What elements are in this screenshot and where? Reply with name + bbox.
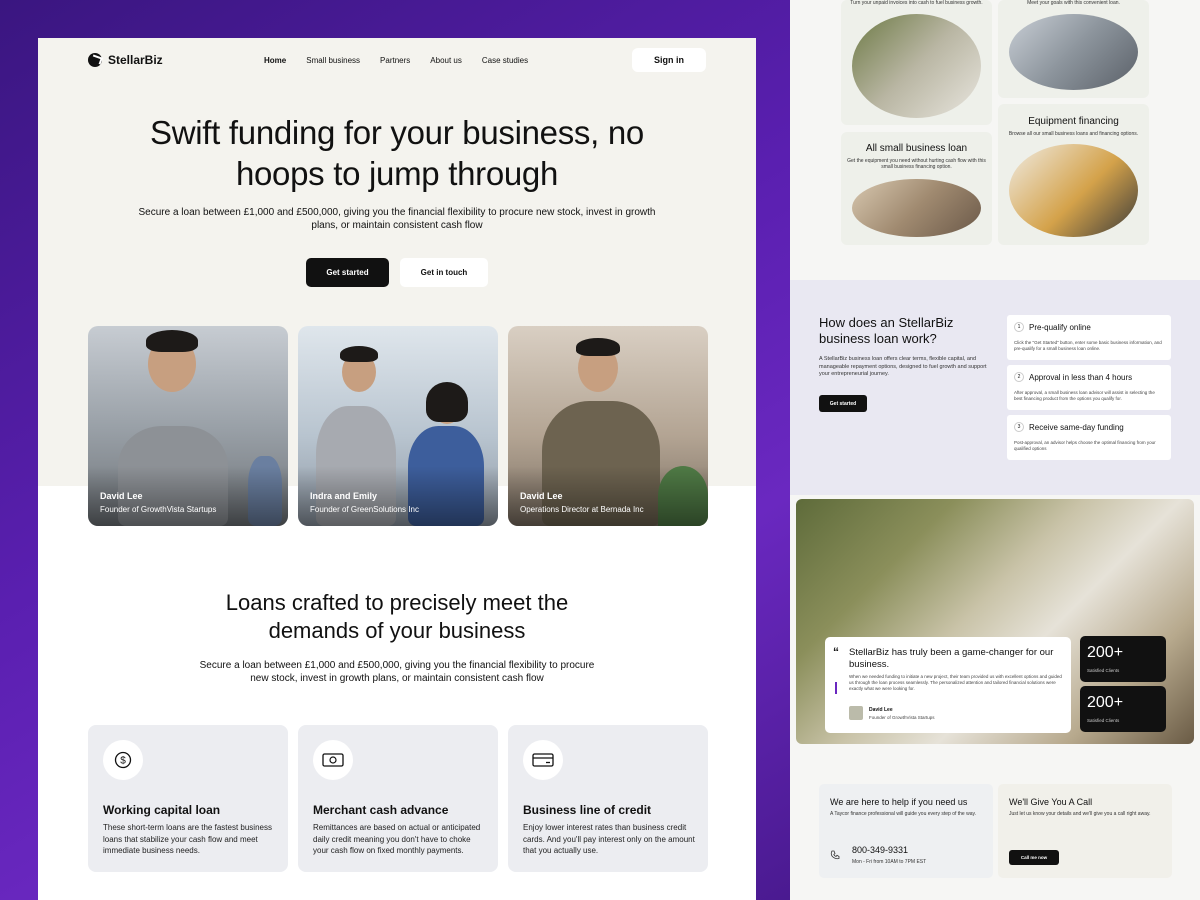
testimonial-name: David Lee — [869, 707, 893, 713]
help-card: We are here to help if you need us A Tay… — [819, 784, 993, 878]
loan-title: Business line of credit — [523, 803, 652, 817]
person-card[interactable]: Indra and Emily Founder of GreenSolution… — [298, 326, 498, 526]
nav-home[interactable]: Home — [264, 56, 286, 65]
nav-partners[interactable]: Partners — [380, 56, 410, 65]
phone-hours: Mon - Fri from 10AM to 7PM EST — [852, 859, 927, 865]
loan-card-merchant-cash[interactable]: Merchant cash advance Remittances are ba… — [298, 725, 498, 872]
top-nav: StellarBiz Home Small business Partners … — [88, 48, 706, 72]
loans-title: Loans crafted to precisely meet the dema… — [225, 590, 569, 643]
person-name: David Lee — [520, 491, 563, 501]
person-role: Operations Director at Bernada Inc — [520, 505, 644, 514]
loans-subtitle: Secure a loan between £1,000 and £500,00… — [199, 660, 595, 684]
get-started-button[interactable]: Get started — [306, 258, 389, 287]
loan-title: Merchant cash advance — [313, 803, 449, 817]
testimonial-body: When we needed funding to initiate a new… — [849, 674, 1062, 691]
hero-title: Swift funding for your business, no hoop… — [150, 114, 644, 192]
person-card[interactable]: David Lee Operations Director at Bernada… — [508, 326, 708, 526]
person-card[interactable]: David Lee Founder of GrowthVista Startup… — [88, 326, 288, 526]
nav-links: Home Small business Partners About us Ca… — [264, 56, 528, 65]
credit-card-icon — [532, 753, 554, 767]
loan-card-line-of-credit[interactable]: Business line of credit Enjoy lower inte… — [508, 725, 708, 872]
testimonial-role: Founder of GrowthVista Startups — [869, 715, 935, 720]
loan-title: Working capital loan — [103, 803, 221, 817]
accent-bar — [835, 682, 837, 694]
phone-icon — [830, 850, 840, 860]
testimonial-heading: StellarBiz has truly been a game-changer… — [849, 647, 1054, 670]
loan-desc: These short-term loans are the fastest b… — [103, 823, 272, 855]
stat-card: 200+ Satisfied Clients — [1080, 636, 1166, 682]
person-role: Founder of GrowthVista Startups — [100, 505, 217, 514]
avatar — [849, 706, 863, 720]
callback-card: We'll Give You A Call Just let us know y… — [998, 784, 1172, 878]
step-card: 1 Pre-qualify online Click the "Get Star… — [1007, 315, 1171, 360]
person-name: Indra and Emily — [310, 491, 378, 501]
testimonial-card: “ StellarBiz has truly been a game-chang… — [825, 637, 1071, 733]
product-card-all-loans[interactable]: All small business loan Get the equipmen… — [841, 132, 992, 245]
how-desc: A StellarBiz business loan offers clear … — [819, 356, 987, 377]
person-name: David Lee — [100, 491, 143, 501]
nav-small-business[interactable]: Small business — [306, 56, 360, 65]
call-me-now-button[interactable]: Call me now — [1009, 850, 1059, 865]
all-loans-photo — [852, 179, 981, 237]
how-get-started-button[interactable]: Get started — [819, 395, 867, 412]
testimonial-section: “ StellarBiz has truly been a game-chang… — [796, 499, 1194, 744]
phone-number[interactable]: 800-349-9331 — [852, 845, 908, 855]
how-title: How does an StellarBiz business loan wor… — [819, 315, 954, 346]
logo-icon — [88, 53, 102, 67]
brand-name: StellarBiz — [108, 53, 163, 67]
person-role: Founder of GreenSolutions Inc — [310, 505, 419, 514]
loan-desc: Enjoy lower interest rates than business… — [523, 823, 695, 855]
product-card-equipment[interactable]: Equipment financing Browse all our small… — [998, 104, 1149, 245]
nav-about-us[interactable]: About us — [430, 56, 462, 65]
equipment-photo — [1009, 144, 1138, 237]
step-card: 3 Receive same-day funding Post-approval… — [1007, 415, 1171, 460]
product-card-invoice[interactable]: Turn your unpaid invoices into cash to f… — [841, 0, 992, 125]
svg-text:$: $ — [120, 756, 126, 767]
sign-in-button[interactable]: Sign in — [632, 48, 706, 72]
hero-subtitle: Secure a loan between £1,000 and £500,00… — [138, 207, 656, 231]
brand-logo[interactable]: StellarBiz — [88, 53, 163, 67]
product-card-goals[interactable]: Meet your goals with this convenient loa… — [998, 0, 1149, 98]
nav-case-studies[interactable]: Case studies — [482, 56, 528, 65]
loan-desc: Remittances are based on actual or antic… — [313, 823, 481, 855]
step-card: 2 Approval in less than 4 hours After ap… — [1007, 365, 1171, 410]
dollar-circle-icon: $ — [114, 751, 132, 769]
goals-photo — [1009, 14, 1138, 90]
loan-card-working-capital[interactable]: $ Working capital loan These short-term … — [88, 725, 288, 872]
get-in-touch-button[interactable]: Get in touch — [400, 258, 488, 287]
how-it-works-section: How does an StellarBiz business loan wor… — [790, 280, 1200, 495]
invoice-photo — [852, 14, 981, 118]
quote-icon: “ — [833, 645, 839, 659]
stat-card: 200+ Satisfied Clients — [1080, 686, 1166, 732]
landing-page: StellarBiz Home Small business Partners … — [38, 38, 756, 900]
banknote-icon — [322, 753, 344, 767]
